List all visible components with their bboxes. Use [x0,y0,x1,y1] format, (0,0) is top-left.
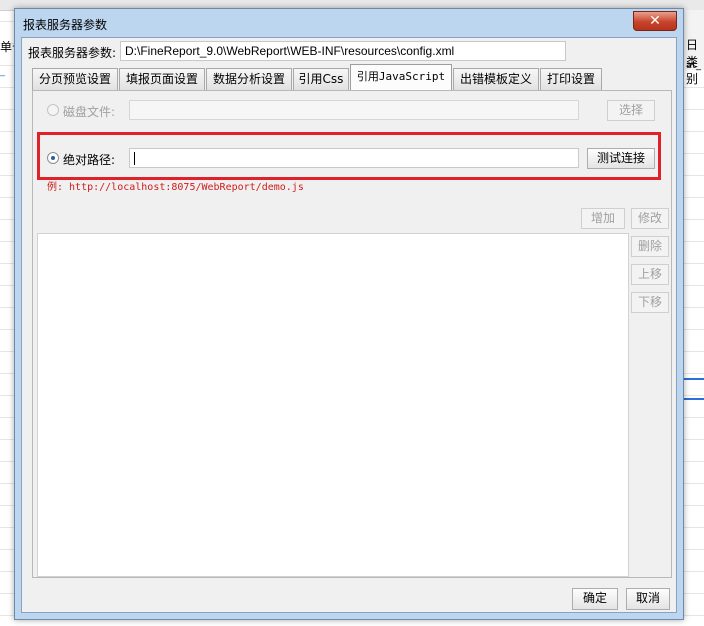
add-button[interactable]: 增加 [581,208,625,229]
disk-file-input[interactable] [129,100,579,120]
tab-css[interactable]: 引用Css [293,68,349,90]
spreadsheet-selection-line [684,378,704,380]
script-list[interactable] [37,233,629,577]
config-path-label: 报表服务器参数: [28,46,117,60]
tab-fill-page[interactable]: 填报页面设置 [119,68,205,90]
highlight-box [37,132,661,180]
tab-error-template[interactable]: 出错模板定义 [453,68,539,90]
choose-file-button[interactable]: 选择 [607,100,655,121]
delete-button[interactable]: 删除 [631,236,669,257]
config-path-field[interactable]: D:\FineReport_9.0\WebReport\WEB-INF\reso… [120,41,566,61]
spreadsheet-selection-line [684,398,704,400]
javascript-panel: 磁盘文件: 选择 绝对路径: 测试连接 例: http://localhost:… [32,90,672,578]
tab-javascript[interactable]: 引用JavaScript [350,64,452,91]
close-icon: ✕ [649,13,661,29]
spreadsheet-cell-text: at_ [686,60,702,71]
dialog-titlebar[interactable]: 报表服务器参数 ✕ [15,9,683,37]
close-button[interactable]: ✕ [633,11,677,31]
tab-page-preview[interactable]: 分页预览设置 [32,68,118,90]
spreadsheet-cell-text: _ [0,66,5,77]
move-down-button[interactable]: 下移 [631,292,669,313]
disk-file-label: 磁盘文件: [63,105,116,119]
tab-data-analysis[interactable]: 数据分析设置 [206,68,292,90]
server-params-dialog: 报表服务器参数 ✕ 报表服务器参数: D:\FineReport_9.0\Web… [14,8,684,620]
dialog-body: 报表服务器参数: D:\FineReport_9.0\WebReport\WEB… [21,37,677,613]
edit-button[interactable]: 修改 [631,208,669,229]
move-up-button[interactable]: 上移 [631,264,669,285]
ok-button[interactable]: 确定 [572,588,618,610]
cancel-button[interactable]: 取消 [626,588,670,610]
disk-file-radio[interactable] [47,104,59,116]
dialog-title: 报表服务器参数 [23,18,108,32]
example-url-hint: 例: http://localhost:8075/WebReport/demo.… [47,182,304,193]
tab-print[interactable]: 打印设置 [540,68,602,90]
